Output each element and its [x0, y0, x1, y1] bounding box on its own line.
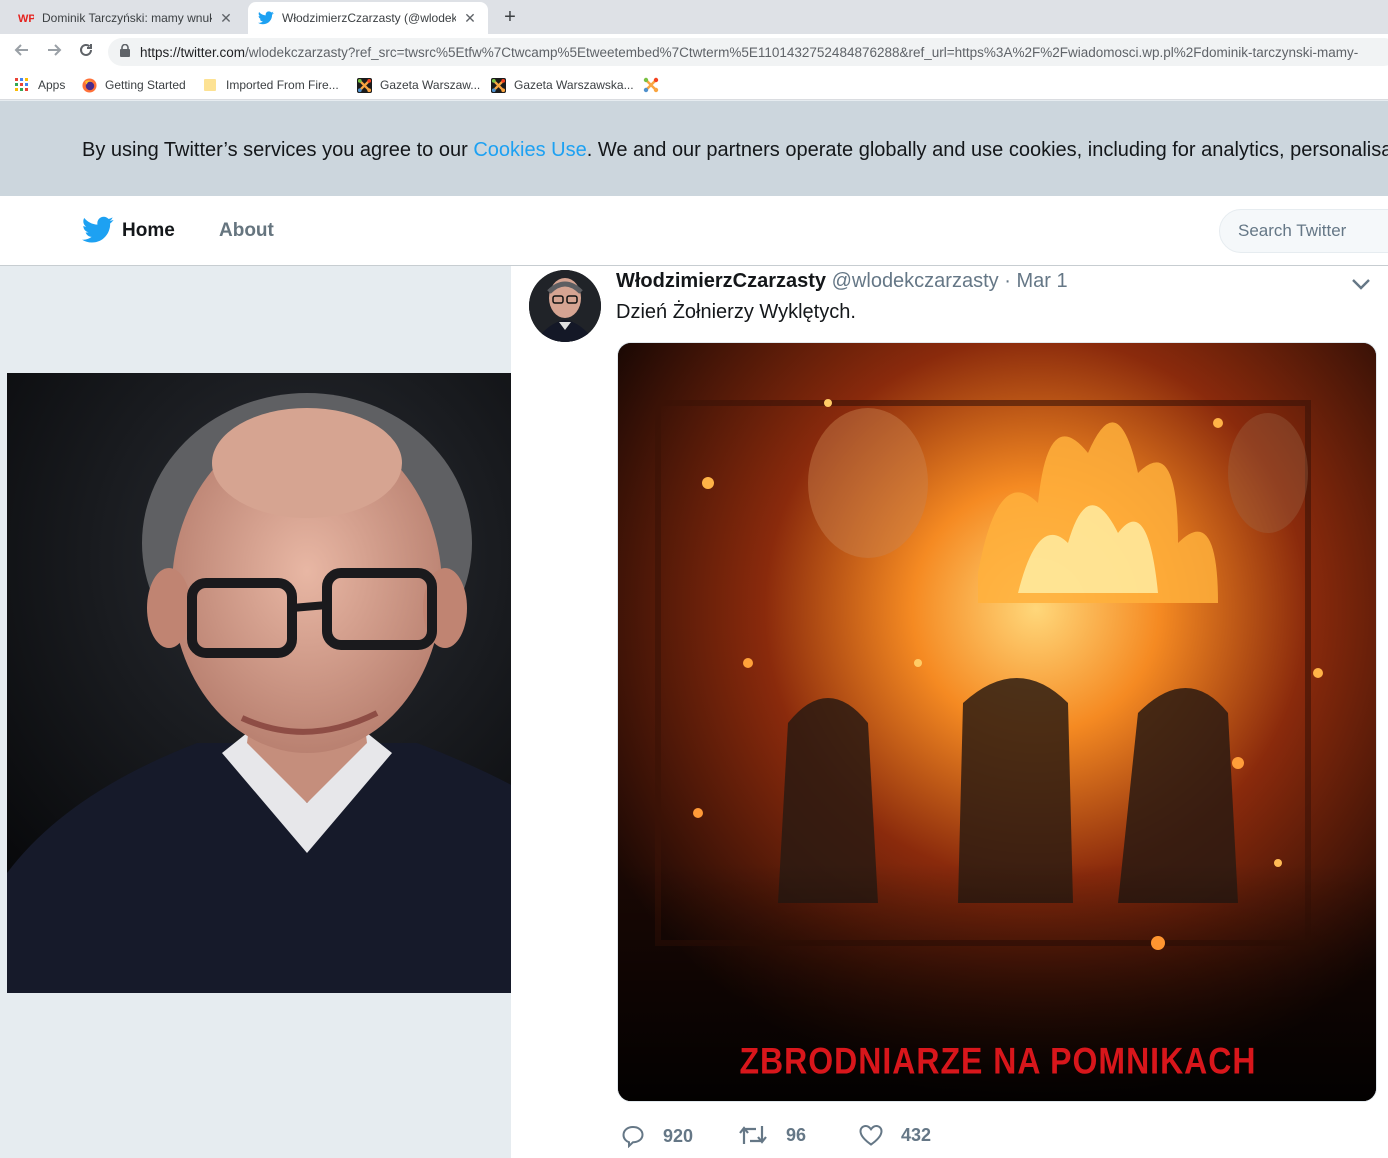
- twitter-top-nav: Home About: [0, 196, 1388, 266]
- twitter-bird-logo-icon[interactable]: [82, 216, 114, 244]
- svg-text:WP: WP: [18, 13, 34, 24]
- wp-icon: WP: [18, 10, 34, 26]
- like-count: 432: [901, 1124, 932, 1145]
- joomla-icon: [643, 77, 659, 93]
- browser-tab-wp[interactable]: WP Dominik Tarczyński: mamy wnuk ✕: [8, 2, 244, 34]
- joomla-icon: [356, 77, 372, 93]
- bookmark-label: Imported From Fire...: [226, 78, 339, 92]
- bookmark-gazeta-1[interactable]: Gazeta Warszaw...: [356, 76, 480, 94]
- reload-icon[interactable]: [74, 40, 98, 64]
- like-button[interactable]: 432: [859, 1124, 931, 1146]
- forward-arrow-icon[interactable]: [42, 40, 66, 64]
- tab-label: Dominik Tarczyński: mamy wnuk: [42, 11, 212, 25]
- new-tab-plus-icon[interactable]: +: [498, 4, 522, 30]
- bookmark-joomla-icon-only[interactable]: [643, 76, 667, 94]
- cookies-use-link[interactable]: Cookies Use: [473, 139, 586, 161]
- tweet-handle[interactable]: @wlodekczarzasty: [832, 270, 999, 292]
- tweet-separator: ·: [1004, 270, 1011, 292]
- firefox-icon: [81, 77, 97, 93]
- tweet-header: WłodzimierzCzarzasty @wlodekczarzasty · …: [616, 270, 1068, 293]
- cookie-notice-bar: By using Twitter’s services you agree to…: [0, 101, 1388, 196]
- tweet-fullname[interactable]: WłodzimierzCzarzasty: [616, 270, 826, 292]
- tab-label: WłodzimierzCzarzasty (@wlodek: [282, 11, 456, 25]
- lock-icon: [120, 43, 130, 60]
- bookmarks-bar: Apps Getting Started Imported From Fire.…: [0, 70, 1388, 100]
- nav-about-link[interactable]: About: [219, 220, 274, 242]
- tweet-card: WłodzimierzCzarzasty @wlodekczarzasty · …: [511, 266, 1388, 1158]
- heart-icon: [859, 1124, 883, 1146]
- bookmark-label: Getting Started: [105, 78, 186, 92]
- cookie-notice-text: By using Twitter’s services you agree to…: [82, 139, 1388, 161]
- reply-button[interactable]: 920: [621, 1124, 693, 1148]
- retweet-button[interactable]: 96: [738, 1124, 806, 1146]
- twitter-icon: [258, 10, 274, 26]
- close-tab-icon[interactable]: ✕: [462, 10, 478, 27]
- url-path: /wlodekczarzasty?ref_src=twsrc%5Etfw%7Ct…: [245, 44, 1359, 60]
- tweet-timestamp[interactable]: Mar 1: [1016, 270, 1067, 292]
- bookmark-label: Gazeta Warszaw...: [380, 78, 481, 92]
- media-caption: ZBRODNIARZE NA POMNIKACH: [739, 1040, 1257, 1082]
- tweet-text: Dzień Żołnierzy Wyklętych.: [616, 301, 856, 323]
- bookmark-apps[interactable]: Apps: [14, 76, 65, 94]
- search-input[interactable]: [1219, 209, 1388, 253]
- bookmark-label: Apps: [38, 78, 66, 92]
- retweet-count: 96: [786, 1124, 807, 1145]
- back-arrow-icon[interactable]: [10, 40, 34, 64]
- apps-grid-icon: [14, 77, 30, 93]
- browser-toolbar: https://twitter.com/wlodekczarzasty?ref_…: [0, 34, 1388, 70]
- portrait-photo: [7, 373, 593, 993]
- bookmark-label: Gazeta Warszawska...: [514, 78, 634, 92]
- browser-tab-twitter[interactable]: WłodzimierzCzarzasty (@wlodek ✕: [248, 2, 488, 34]
- reply-icon: [622, 1125, 644, 1148]
- tweet-media-image[interactable]: ZBRODNIARZE NA POMNIKACH: [617, 342, 1377, 1102]
- chevron-down-icon[interactable]: [1350, 276, 1372, 292]
- close-tab-icon[interactable]: ✕: [218, 10, 234, 27]
- bookmark-getting-started[interactable]: Getting Started: [81, 76, 186, 94]
- avatar[interactable]: [529, 270, 601, 342]
- folder-icon: [202, 77, 218, 93]
- browser-tab-bar: WP Dominik Tarczyński: mamy wnuk ✕ Włodz…: [0, 0, 1388, 34]
- joomla-icon: [490, 77, 506, 93]
- bookmark-gazeta-2[interactable]: Gazeta Warszawska...: [490, 76, 634, 94]
- nav-home-link[interactable]: Home: [122, 220, 175, 242]
- retweet-icon: [739, 1126, 767, 1144]
- reply-count: 920: [663, 1125, 694, 1146]
- bookmark-imported-folder[interactable]: Imported From Fire...: [202, 76, 339, 94]
- address-bar[interactable]: https://twitter.com/wlodekczarzasty?ref_…: [108, 38, 1388, 66]
- url-host: https://twitter.com: [140, 44, 246, 60]
- tweet-actions: 920 96 432: [621, 1124, 1021, 1154]
